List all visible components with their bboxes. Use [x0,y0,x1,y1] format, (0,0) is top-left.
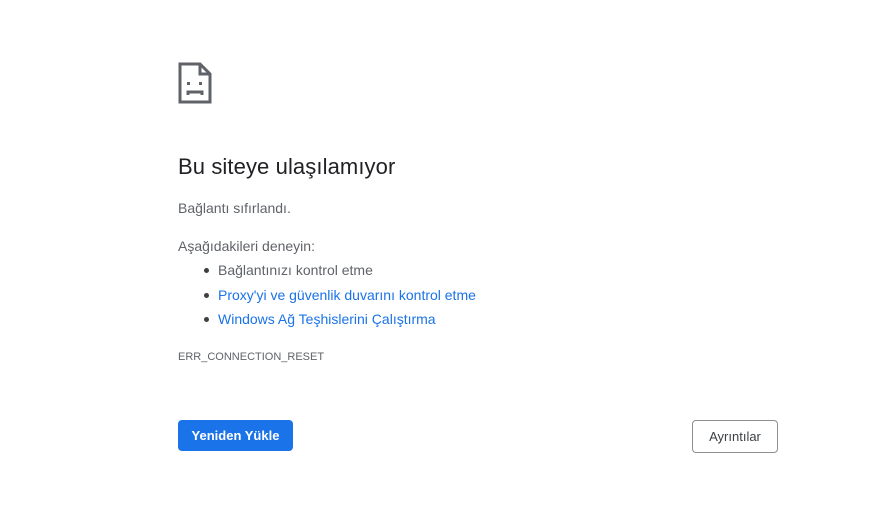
error-page: Bu siteye ulaşılamıyor Bağlantı sıfırlan… [0,0,888,518]
suggestion-item: Bağlantınızı kontrol etme [178,258,476,283]
suggestion-item: Windows Ağ Teşhislerini Çalıştırma [178,307,476,332]
suggestions-heading: Aşağıdakileri deneyin: [178,238,315,254]
error-description: Bağlantı sıfırlandı. [178,200,291,216]
suggestions-list: Bağlantınızı kontrol etme Proxy'yi ve gü… [178,258,476,332]
suggestion-check-connection: Bağlantınızı kontrol etme [218,262,373,278]
reload-button[interactable]: Yeniden Yükle [178,420,293,451]
page-title: Bu siteye ulaşılamıyor [178,154,396,179]
suggestion-check-proxy-link[interactable]: Proxy'yi ve güvenlik duvarını kontrol et… [218,287,476,303]
sad-page-icon [178,62,212,104]
suggestion-item: Proxy'yi ve güvenlik duvarını kontrol et… [178,283,476,308]
suggestion-network-diagnostics-link[interactable]: Windows Ağ Teşhislerini Çalıştırma [218,311,436,327]
error-code: ERR_CONNECTION_RESET [178,351,325,363]
details-button[interactable]: Ayrıntılar [692,420,778,453]
